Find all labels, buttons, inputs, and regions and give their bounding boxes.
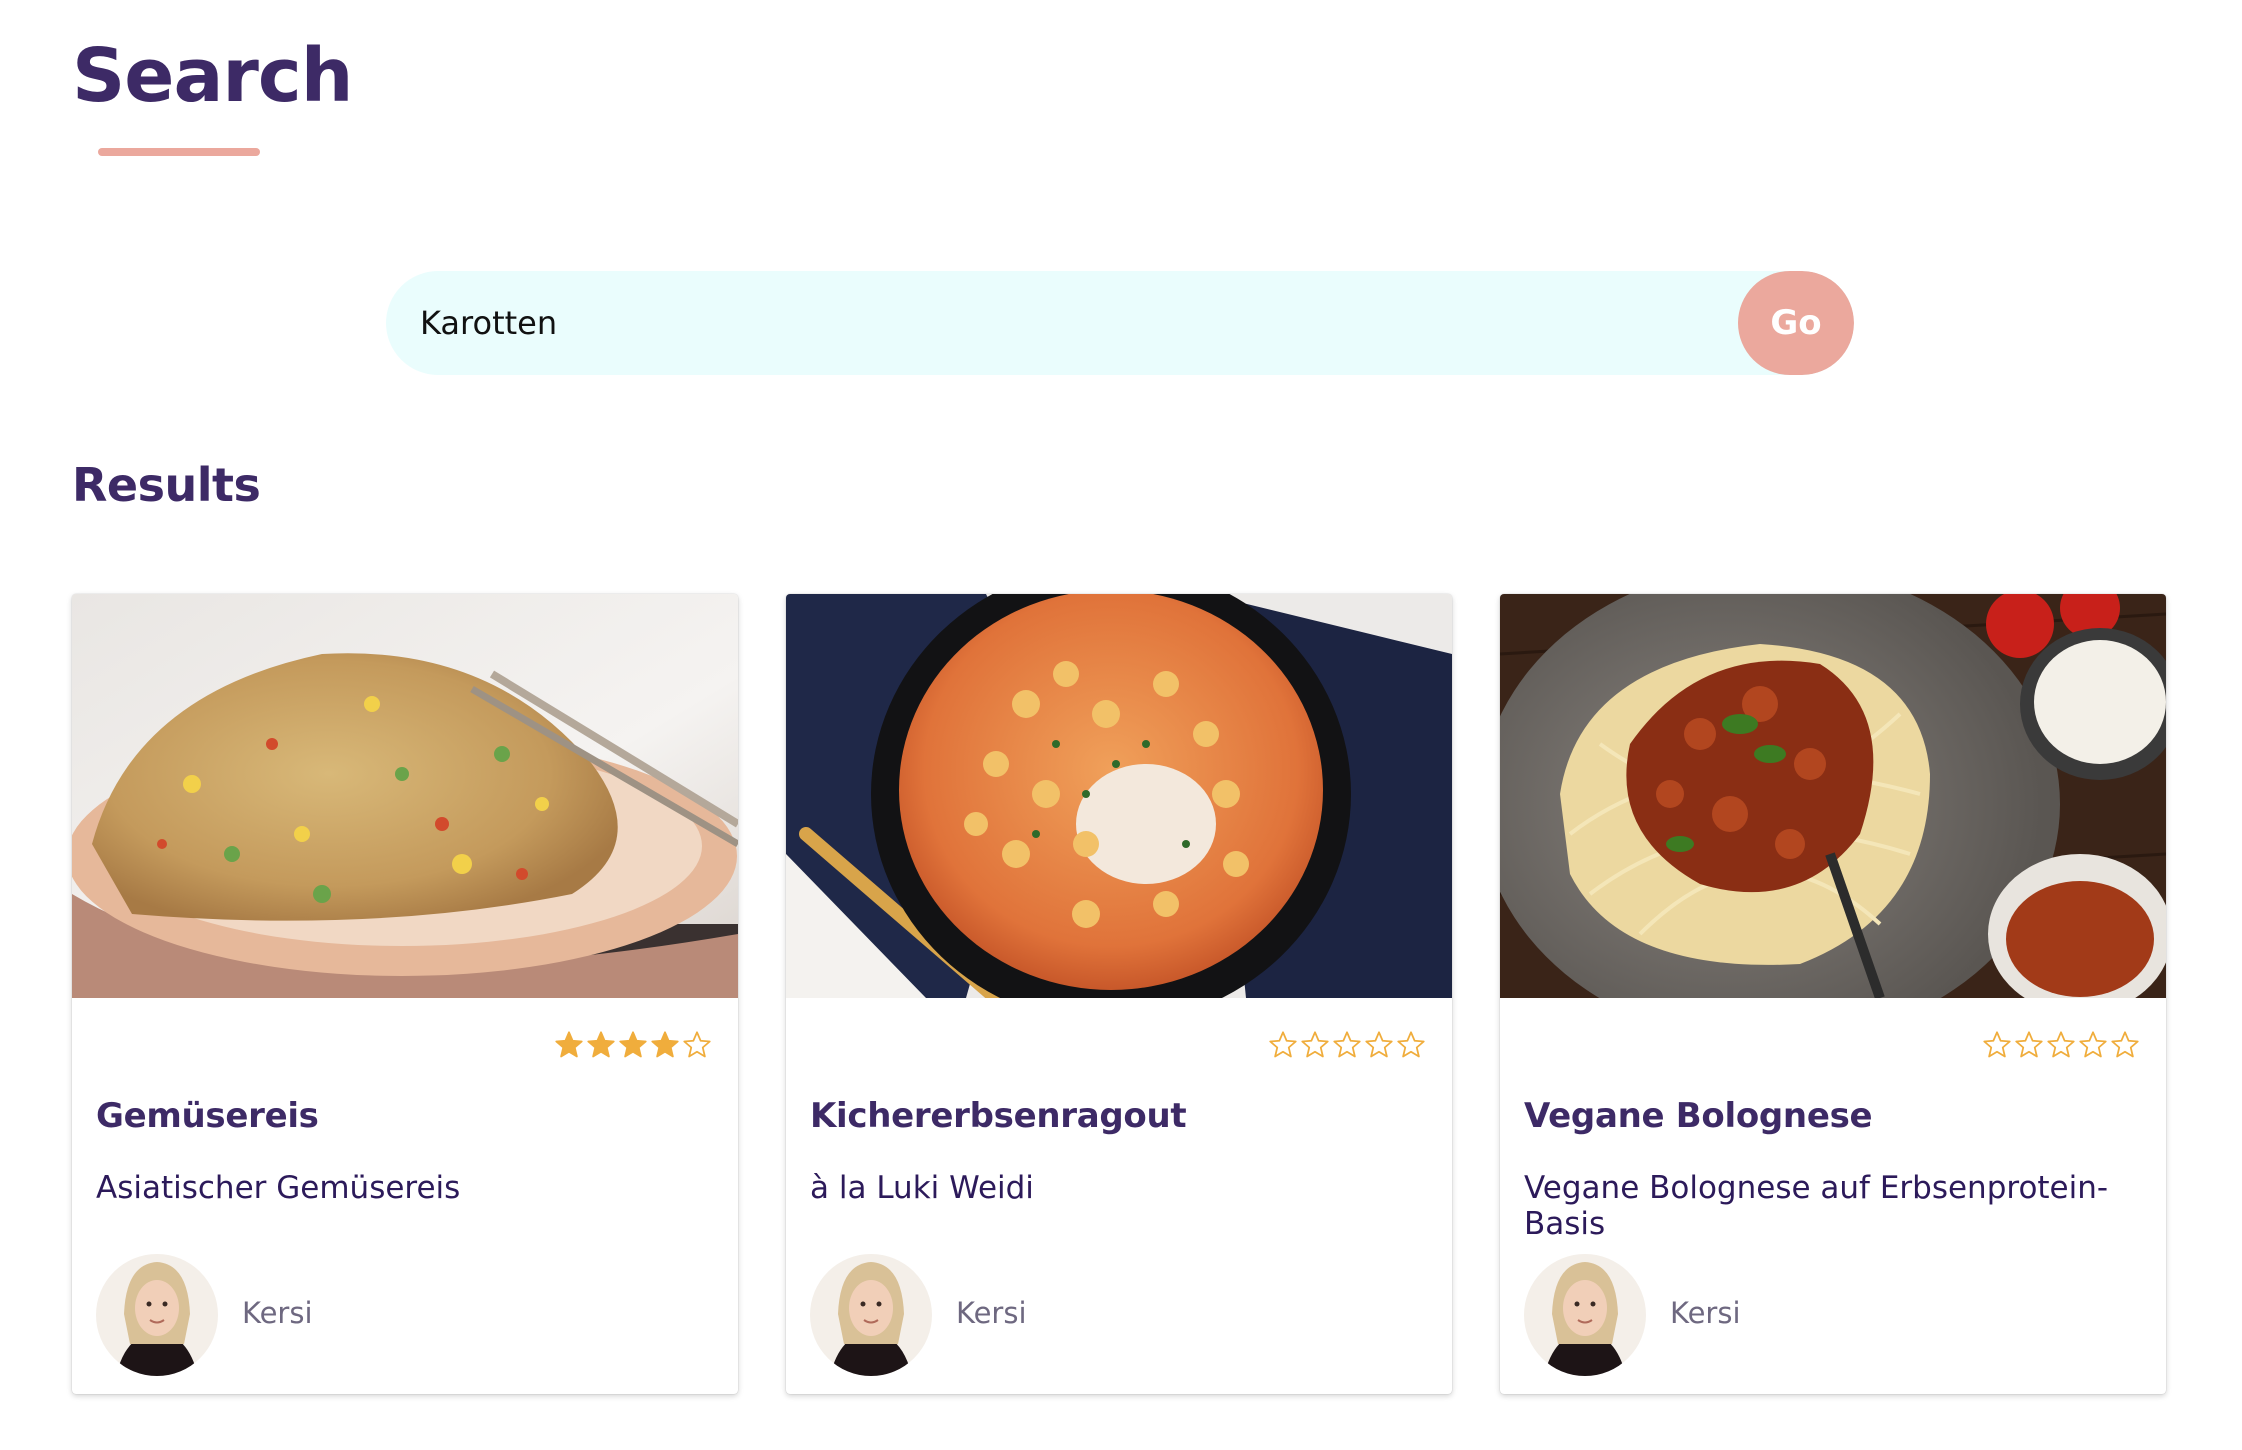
recipe-image-fried-rice[interactable] — [72, 594, 738, 998]
star-empty-icon — [1269, 1031, 1297, 1058]
title-underline — [98, 148, 260, 156]
star-empty-icon — [1983, 1031, 2011, 1058]
rating-stars — [1268, 1030, 1426, 1060]
results-heading: Results — [72, 458, 261, 512]
star-filled-icon — [651, 1031, 679, 1058]
search-bar: Go — [386, 271, 1854, 375]
recipe-card-kichererbsenragout[interactable]: Kichererbsenragout à la Luki Weidi Kersi — [786, 594, 1452, 1394]
author-avatar[interactable] — [1524, 1254, 1646, 1376]
recipe-card-gemuesereis[interactable]: Gemüsereis Asiatischer Gemüsereis Kersi — [72, 594, 738, 1394]
rating-stars — [1982, 1030, 2140, 1060]
recipe-image-chickpea-stew[interactable] — [786, 594, 1452, 998]
author-avatar[interactable] — [810, 1254, 932, 1376]
star-filled-icon — [587, 1031, 615, 1058]
star-empty-icon — [2015, 1031, 2043, 1058]
page-title: Search — [72, 33, 353, 119]
author-name[interactable]: Kersi — [1670, 1296, 1741, 1330]
star-empty-icon — [2079, 1031, 2107, 1058]
search-input[interactable] — [386, 271, 1706, 375]
star-empty-icon — [2111, 1031, 2139, 1058]
star-empty-icon — [1397, 1031, 1425, 1058]
author-avatar[interactable] — [96, 1254, 218, 1376]
recipe-subtitle: Asiatischer Gemüsereis — [96, 1170, 461, 1206]
star-empty-icon — [1301, 1031, 1329, 1058]
author-name[interactable]: Kersi — [242, 1296, 313, 1330]
star-filled-icon — [619, 1031, 647, 1058]
recipe-image-bolognese[interactable] — [1500, 594, 2166, 998]
star-empty-icon — [1333, 1031, 1361, 1058]
results-grid: Gemüsereis Asiatischer Gemüsereis Kersi — [72, 594, 2172, 1394]
star-filled-icon — [555, 1031, 583, 1058]
rating-stars — [554, 1030, 712, 1060]
recipe-card-vegane-bolognese[interactable]: Vegane Bolognese Vegane Bolognese auf Er… — [1500, 594, 2166, 1394]
author-name[interactable]: Kersi — [956, 1296, 1027, 1330]
star-empty-icon — [2047, 1031, 2075, 1058]
recipe-title[interactable]: Kichererbsenragout — [810, 1096, 1187, 1136]
recipe-title[interactable]: Gemüsereis — [96, 1096, 319, 1136]
recipe-subtitle: à la Luki Weidi — [810, 1170, 1034, 1206]
recipe-title[interactable]: Vegane Bolognese — [1524, 1096, 1873, 1136]
star-empty-icon — [1365, 1031, 1393, 1058]
star-empty-icon — [683, 1031, 711, 1058]
go-button[interactable]: Go — [1738, 271, 1854, 375]
recipe-subtitle: Vegane Bolognese auf Erbsenprotein-Basis — [1524, 1170, 2109, 1242]
